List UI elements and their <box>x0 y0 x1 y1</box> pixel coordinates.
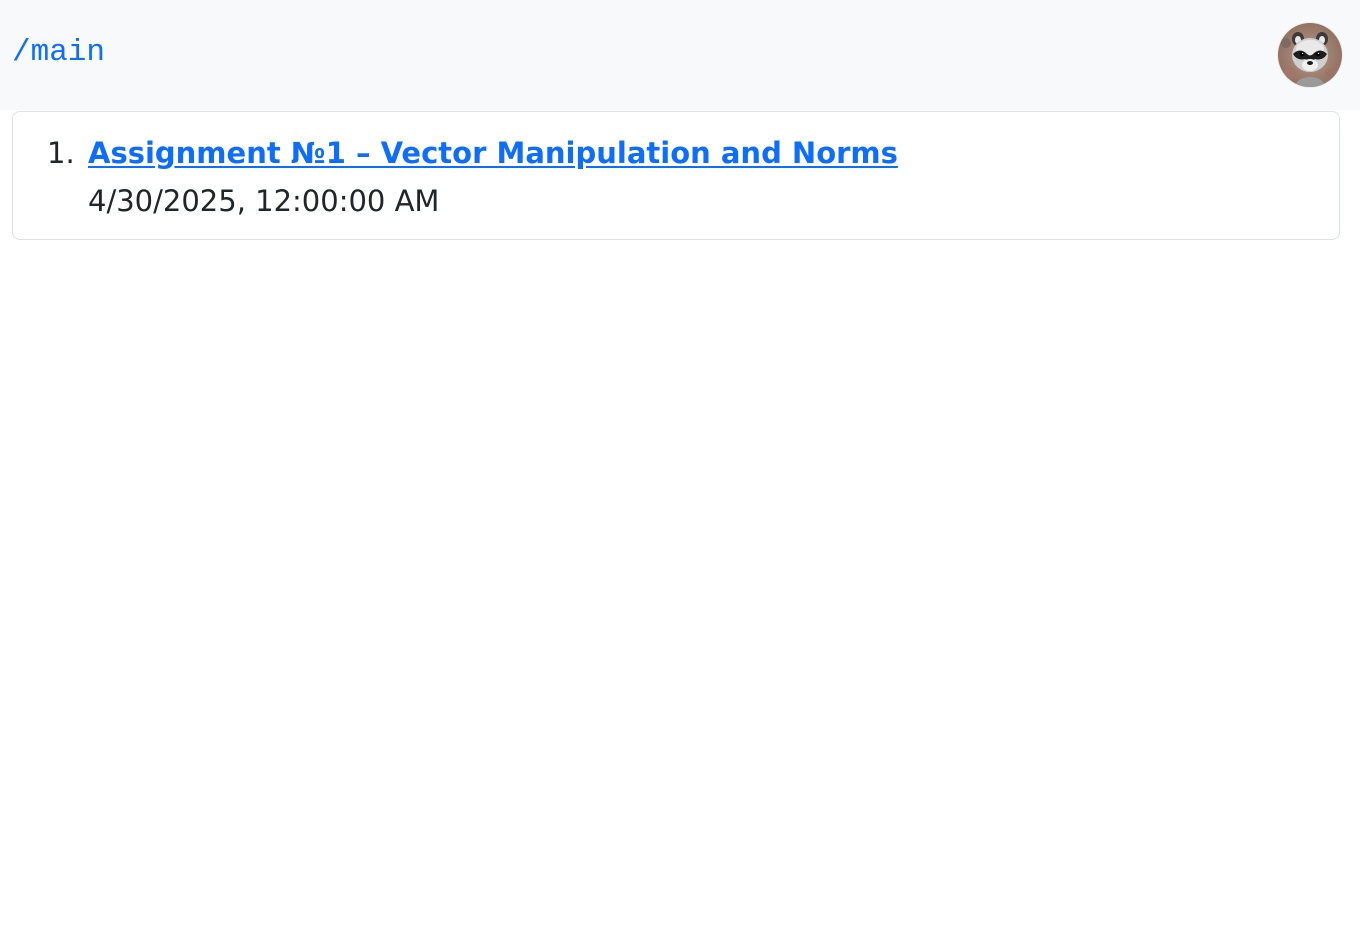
assignment-link[interactable]: Assignment №1 – Vector Manipulation and … <box>88 134 898 172</box>
assignment-list: 1. Assignment №1 – Vector Manipulation a… <box>12 111 1340 240</box>
user-avatar[interactable] <box>1278 23 1342 87</box>
main-path-link[interactable]: /main <box>12 34 105 72</box>
top-navbar: /main <box>0 0 1360 110</box>
list-item-number: 1. <box>47 136 75 170</box>
raccoon-avatar-icon <box>1278 23 1342 87</box>
assignment-date: 4/30/2025, 12:00:00 AM <box>88 184 440 218</box>
